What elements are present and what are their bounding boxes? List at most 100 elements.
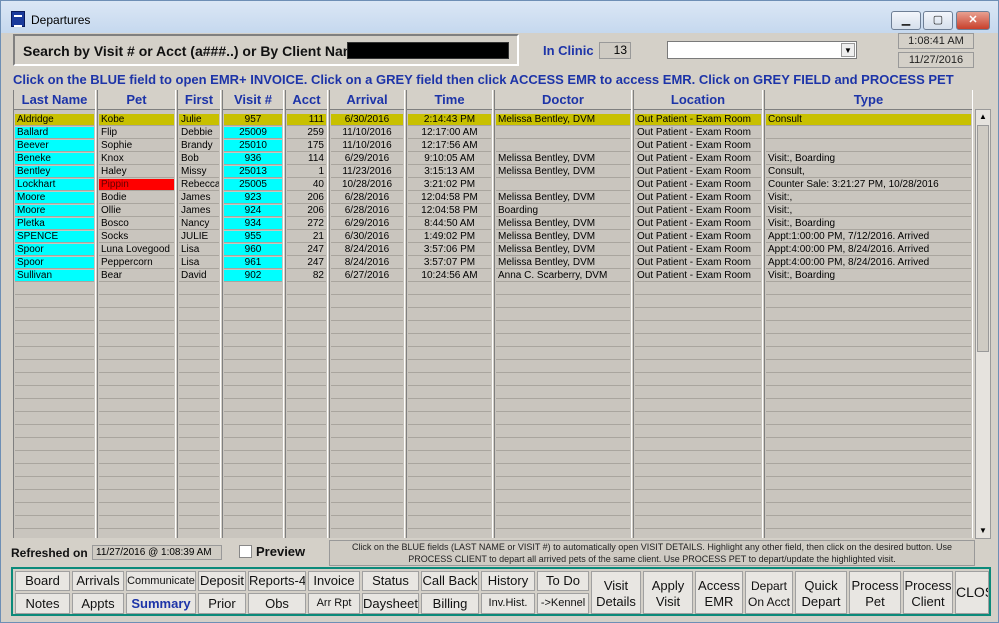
cell-last[interactable]: Spoor	[15, 257, 94, 269]
cell-pet[interactable]: Peppercorn	[99, 257, 174, 269]
cell-visit[interactable]: 25010	[224, 140, 282, 152]
cell-location[interactable]: Out Patient - Exam Room	[635, 166, 761, 178]
empty-cell[interactable]	[408, 296, 491, 308]
cell-first[interactable]: Debbie	[179, 127, 219, 139]
empty-cell[interactable]	[179, 478, 219, 490]
cell-doctor[interactable]: Melissa Bentley, DVM	[496, 166, 630, 178]
cell-visit[interactable]: 957	[224, 114, 282, 126]
empty-cell[interactable]	[224, 504, 282, 516]
scroll-up-arrow-icon[interactable]: ▲	[976, 110, 990, 124]
empty-cell[interactable]	[179, 361, 219, 373]
cell-acct[interactable]: 114	[287, 153, 326, 165]
cell-first[interactable]: Lisa	[179, 257, 219, 269]
cell-arrival[interactable]: 6/29/2016	[331, 218, 403, 230]
empty-cell[interactable]	[15, 478, 94, 490]
cell-arrival[interactable]: 6/28/2016	[331, 192, 403, 204]
empty-cell[interactable]	[766, 348, 971, 360]
empty-cell[interactable]	[179, 439, 219, 451]
cell-last[interactable]: Aldridge	[15, 114, 94, 126]
cell-arrival[interactable]: 8/24/2016	[331, 257, 403, 269]
cell-location[interactable]: Out Patient - Exam Room	[635, 270, 761, 282]
cell-doctor[interactable]	[496, 179, 630, 191]
empty-cell[interactable]	[496, 296, 630, 308]
empty-cell[interactable]	[331, 491, 403, 503]
cell-acct[interactable]: 111	[287, 114, 326, 126]
empty-cell[interactable]	[766, 309, 971, 321]
cell-location[interactable]: Out Patient - Exam Room	[635, 153, 761, 165]
cell-type[interactable]	[766, 127, 971, 139]
cell-location[interactable]: Out Patient - Exam Room	[635, 244, 761, 256]
cell-doctor[interactable]	[496, 140, 630, 152]
cell-acct[interactable]: 40	[287, 179, 326, 191]
appts-button[interactable]: Appts	[72, 593, 124, 614]
empty-cell[interactable]	[99, 296, 174, 308]
empty-cell[interactable]	[766, 465, 971, 477]
empty-cell[interactable]	[224, 348, 282, 360]
empty-cell[interactable]	[496, 322, 630, 334]
empty-cell[interactable]	[287, 387, 326, 399]
empty-cell[interactable]	[179, 452, 219, 464]
history-button[interactable]: History	[481, 571, 535, 591]
empty-cell[interactable]	[331, 322, 403, 334]
cell-time[interactable]: 3:57:07 PM	[408, 257, 491, 269]
search-input[interactable]	[347, 42, 509, 59]
cell-time[interactable]: 2:14:43 PM	[408, 114, 491, 126]
empty-cell[interactable]	[635, 413, 761, 425]
cell-type[interactable]: Appt:1:00:00 PM, 7/12/2016. Arrived	[766, 231, 971, 243]
empty-cell[interactable]	[15, 426, 94, 438]
cell-location[interactable]: Out Patient - Exam Room	[635, 179, 761, 191]
column-header-type[interactable]: Type	[765, 90, 972, 110]
empty-cell[interactable]	[496, 335, 630, 347]
empty-cell[interactable]	[224, 309, 282, 321]
empty-cell[interactable]	[408, 517, 491, 529]
column-header-visit[interactable]: Visit #	[223, 90, 283, 110]
empty-cell[interactable]	[766, 413, 971, 425]
empty-cell[interactable]	[99, 361, 174, 373]
cell-last[interactable]: Ballard	[15, 127, 94, 139]
empty-cell[interactable]	[224, 400, 282, 412]
empty-cell[interactable]	[99, 517, 174, 529]
billing-button[interactable]: Billing	[421, 593, 479, 614]
empty-cell[interactable]	[99, 400, 174, 412]
empty-cell[interactable]	[766, 517, 971, 529]
cell-acct[interactable]: 175	[287, 140, 326, 152]
cell-pet[interactable]: Bear	[99, 270, 174, 282]
cell-doctor[interactable]: Melissa Bentley, DVM	[496, 153, 630, 165]
empty-cell[interactable]	[496, 517, 630, 529]
empty-cell[interactable]	[224, 465, 282, 477]
empty-cell[interactable]	[179, 491, 219, 503]
empty-cell[interactable]	[635, 465, 761, 477]
cell-last[interactable]: Moore	[15, 205, 94, 217]
empty-cell[interactable]	[408, 309, 491, 321]
empty-cell[interactable]	[635, 400, 761, 412]
empty-cell[interactable]	[179, 348, 219, 360]
empty-cell[interactable]	[99, 452, 174, 464]
cell-visit[interactable]: 960	[224, 244, 282, 256]
empty-cell[interactable]	[408, 322, 491, 334]
empty-cell[interactable]	[99, 426, 174, 438]
empty-cell[interactable]	[287, 439, 326, 451]
cell-type[interactable]	[766, 140, 971, 152]
process-pet-button[interactable]: Process Pet	[849, 571, 901, 614]
cell-first[interactable]: Bob	[179, 153, 219, 165]
empty-cell[interactable]	[224, 322, 282, 334]
column-header-time[interactable]: Time	[407, 90, 492, 110]
empty-cell[interactable]	[766, 374, 971, 386]
empty-cell[interactable]	[15, 296, 94, 308]
cell-arrival[interactable]: 6/29/2016	[331, 153, 403, 165]
empty-cell[interactable]	[179, 283, 219, 295]
empty-cell[interactable]	[496, 491, 630, 503]
summary-button[interactable]: Summary	[126, 593, 196, 614]
cell-visit[interactable]: 934	[224, 218, 282, 230]
cell-time[interactable]: 3:15:13 AM	[408, 166, 491, 178]
empty-cell[interactable]	[766, 478, 971, 490]
empty-cell[interactable]	[15, 465, 94, 477]
cell-type[interactable]: Counter Sale: 3:21:27 PM, 10/28/2016	[766, 179, 971, 191]
empty-cell[interactable]	[635, 374, 761, 386]
cell-acct[interactable]: 82	[287, 270, 326, 282]
empty-cell[interactable]	[635, 348, 761, 360]
arr-rpt-button[interactable]: Arr Rpt	[308, 593, 360, 614]
empty-cell[interactable]	[331, 504, 403, 516]
empty-cell[interactable]	[496, 478, 630, 490]
empty-cell[interactable]	[287, 361, 326, 373]
